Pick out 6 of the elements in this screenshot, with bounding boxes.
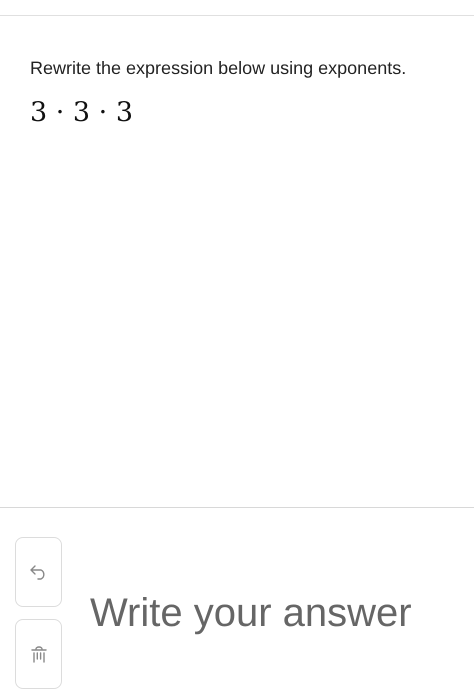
question-prompt: Rewrite the expression below using exponents. [30, 57, 408, 80]
undo-button[interactable] [15, 537, 62, 607]
math-expression: 3 · 3 · 3 [30, 96, 134, 130]
answer-field[interactable]: Write your answer [90, 585, 470, 641]
clear-button[interactable] [15, 619, 62, 689]
trash-icon [28, 645, 48, 663]
